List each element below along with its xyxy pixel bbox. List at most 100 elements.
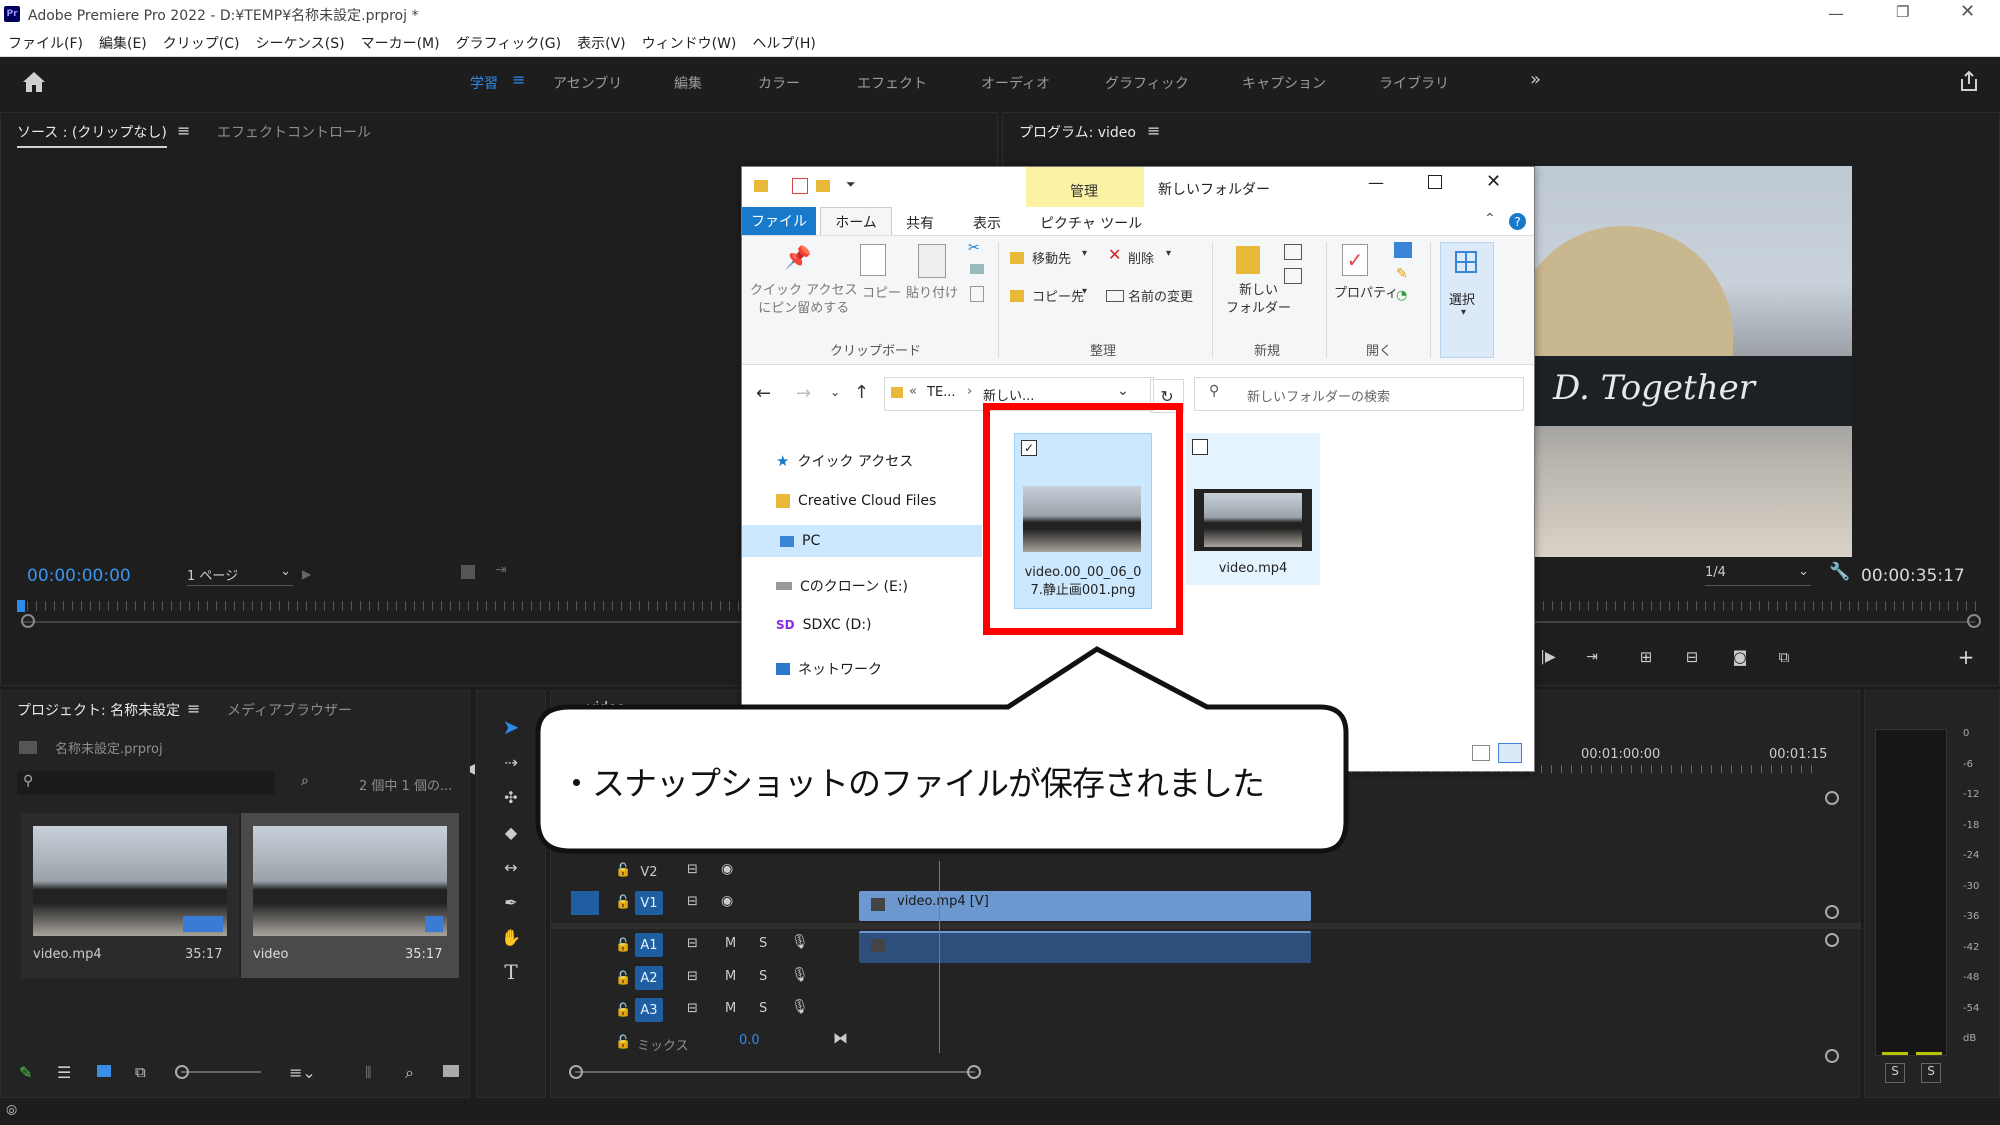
eye-icon[interactable]: ◉ bbox=[721, 861, 733, 877]
menu-edit[interactable]: 編集(E) bbox=[99, 33, 147, 53]
solo-left-button[interactable]: S bbox=[1885, 1063, 1905, 1083]
select-button[interactable]: 選択 ▾ bbox=[1440, 242, 1494, 358]
razor-tool-icon[interactable]: ◆ bbox=[497, 818, 525, 846]
close-window-button[interactable]: ✕ bbox=[1960, 1, 1975, 22]
pin-icon[interactable]: 📌 bbox=[784, 246, 811, 271]
tab-picture-tools[interactable]: ピクチャ ツール bbox=[1040, 213, 1142, 233]
source-timecode[interactable]: 00:00:00:00 bbox=[27, 566, 131, 586]
extract-icon[interactable]: ⊟ bbox=[1681, 646, 1703, 668]
properties-icon[interactable]: ✓ bbox=[1342, 244, 1368, 276]
timeline-playhead[interactable] bbox=[939, 861, 940, 1053]
properties-button[interactable]: プロパティ bbox=[1334, 282, 1398, 301]
list-view-icon[interactable]: ☰ bbox=[57, 1063, 71, 1082]
menu-file[interactable]: ファイル(F) bbox=[8, 33, 83, 53]
mute-m-button[interactable]: M bbox=[725, 1001, 736, 1016]
cut-icon[interactable]: ✂ bbox=[968, 240, 980, 256]
explorer-maximize-button[interactable] bbox=[1428, 175, 1442, 189]
copy-to-button[interactable]: コピー先 bbox=[1032, 286, 1084, 305]
play-triangle-icon[interactable]: ▶ bbox=[302, 567, 311, 581]
page-select[interactable]: 1 ページ ⌄ bbox=[187, 564, 293, 586]
lock-icon[interactable]: 🔓 bbox=[615, 895, 631, 910]
program-tab[interactable]: プログラム: video bbox=[1019, 122, 1136, 142]
ripple-edit-tool-icon[interactable]: ✣ bbox=[497, 783, 525, 811]
slider-handle[interactable] bbox=[175, 1065, 189, 1079]
workspace-audio[interactable]: オーディオ bbox=[981, 73, 1105, 93]
export-frame-camera-icon[interactable]: ◙ bbox=[1729, 646, 1751, 668]
vertical-scroll-handle[interactable] bbox=[1825, 905, 1839, 919]
slip-tool-icon[interactable]: ↔ bbox=[497, 853, 525, 881]
mic-icon[interactable]: 🎙 bbox=[791, 967, 809, 983]
tab-share[interactable]: 共有 bbox=[906, 213, 934, 233]
compare-view-icon[interactable]: ⧉ bbox=[1773, 646, 1795, 668]
copy-icon[interactable] bbox=[860, 244, 886, 276]
nav-creative-cloud[interactable]: Creative Cloud Files bbox=[776, 493, 936, 509]
copy-button[interactable]: コピー bbox=[862, 282, 901, 301]
menu-window[interactable]: ウィンドウ(W) bbox=[642, 33, 737, 53]
solo-right-button[interactable]: S bbox=[1921, 1063, 1941, 1083]
recent-locations-icon[interactable]: ⌄ bbox=[830, 385, 840, 399]
tab-file[interactable]: ファイル bbox=[742, 207, 816, 235]
details-view-icon[interactable] bbox=[1472, 745, 1490, 761]
effect-controls-tab[interactable]: エフェクトコントロール bbox=[217, 122, 371, 142]
mix-end-icon[interactable]: ⧓ bbox=[833, 1029, 848, 1047]
horizontal-scrollbar[interactable] bbox=[575, 1071, 975, 1073]
file-checkbox[interactable] bbox=[1192, 439, 1208, 455]
sync-lock-icon[interactable]: ⊟ bbox=[687, 936, 698, 951]
sync-lock-icon[interactable]: ⊟ bbox=[687, 894, 698, 909]
explorer-close-button[interactable]: ✕ bbox=[1486, 171, 1501, 192]
find-icon[interactable]: ⌕ bbox=[301, 773, 309, 789]
media-browser-tab[interactable]: メディアブラウザー bbox=[227, 700, 352, 720]
workspace-captions[interactable]: キャプション bbox=[1242, 73, 1379, 93]
workspace-assembly[interactable]: アセンブリ bbox=[553, 73, 674, 93]
breadcrumb-temp[interactable]: TE... bbox=[927, 385, 956, 400]
program-tab-menu-icon[interactable]: ≡ bbox=[1147, 121, 1160, 140]
track-a2[interactable]: A2 bbox=[635, 966, 663, 990]
breadcrumb-overflow[interactable]: « bbox=[909, 384, 917, 399]
project-tab-menu-icon[interactable]: ≡ bbox=[187, 699, 200, 718]
project-search-input[interactable]: ⚲ bbox=[17, 771, 275, 795]
open-icon[interactable] bbox=[1394, 242, 1412, 258]
project-item[interactable]: video 35:17 bbox=[241, 813, 459, 978]
history-icon[interactable]: ◔ bbox=[1396, 288, 1407, 303]
rename-button[interactable]: 名前の変更 bbox=[1128, 286, 1193, 305]
sort-icon[interactable]: ≡⌄ bbox=[289, 1063, 316, 1082]
lock-icon[interactable]: 🔓 bbox=[615, 863, 631, 878]
collapse-ribbon-icon[interactable]: ⌃ bbox=[1484, 211, 1496, 227]
nav-sdxc-d[interactable]: SD SDXC (D:) bbox=[776, 617, 872, 633]
track-a3[interactable]: A3 bbox=[635, 998, 663, 1022]
type-tool-icon[interactable]: T bbox=[497, 958, 525, 986]
paste-button[interactable]: 貼り付け bbox=[906, 282, 958, 301]
vertical-scroll-handle[interactable] bbox=[1825, 1049, 1839, 1063]
lock-icon[interactable]: 🔓 bbox=[615, 971, 631, 986]
restore-button[interactable]: ❐ bbox=[1896, 3, 1909, 21]
tab-home[interactable]: ホーム bbox=[820, 207, 892, 236]
selection-tool-icon[interactable]: ➤ bbox=[497, 713, 525, 741]
scroll-handle-right[interactable] bbox=[967, 1065, 981, 1079]
edit-icon[interactable]: ✎ bbox=[1396, 266, 1408, 282]
breadcrumb-new-folder[interactable]: 新しい... bbox=[983, 385, 1034, 404]
tab-view[interactable]: 表示 bbox=[973, 213, 1001, 233]
forward-arrow-icon[interactable]: → bbox=[796, 383, 811, 404]
mute-m-button[interactable]: M bbox=[725, 969, 736, 984]
mic-icon[interactable]: 🎙 bbox=[791, 999, 809, 1015]
audio-clip[interactable] bbox=[859, 931, 1311, 963]
workspace-learn[interactable]: 学習 bbox=[470, 73, 498, 93]
source-tab-menu-icon[interactable]: ≡ bbox=[177, 121, 190, 140]
menu-help[interactable]: ヘルプ(H) bbox=[752, 33, 815, 53]
wrench-icon[interactable]: 🔧 bbox=[1829, 562, 1850, 582]
workspace-color[interactable]: カラー bbox=[758, 73, 857, 93]
home-icon[interactable] bbox=[22, 71, 46, 97]
large-icons-view-icon[interactable] bbox=[1498, 743, 1522, 763]
pin-quick-access-button[interactable]: クイック アクセス にピン留めする bbox=[750, 282, 857, 318]
track-v2[interactable]: V2 bbox=[635, 860, 663, 884]
track-v1[interactable]: V1 bbox=[635, 891, 663, 915]
vertical-scroll-handle[interactable] bbox=[1825, 791, 1839, 805]
thumbnail-size-slider[interactable] bbox=[181, 1071, 261, 1073]
track-v1-target[interactable] bbox=[571, 891, 599, 915]
program-zoom-select[interactable]: 1/4 ⌄ bbox=[1705, 564, 1811, 586]
pencil-icon[interactable]: ✎ bbox=[19, 1063, 32, 1082]
new-folder-quick-icon[interactable] bbox=[816, 180, 830, 192]
sync-lock-icon[interactable]: ⊟ bbox=[687, 862, 698, 877]
lock-icon[interactable]: 🔓 bbox=[615, 938, 631, 953]
menu-view[interactable]: 表示(V) bbox=[577, 33, 626, 53]
